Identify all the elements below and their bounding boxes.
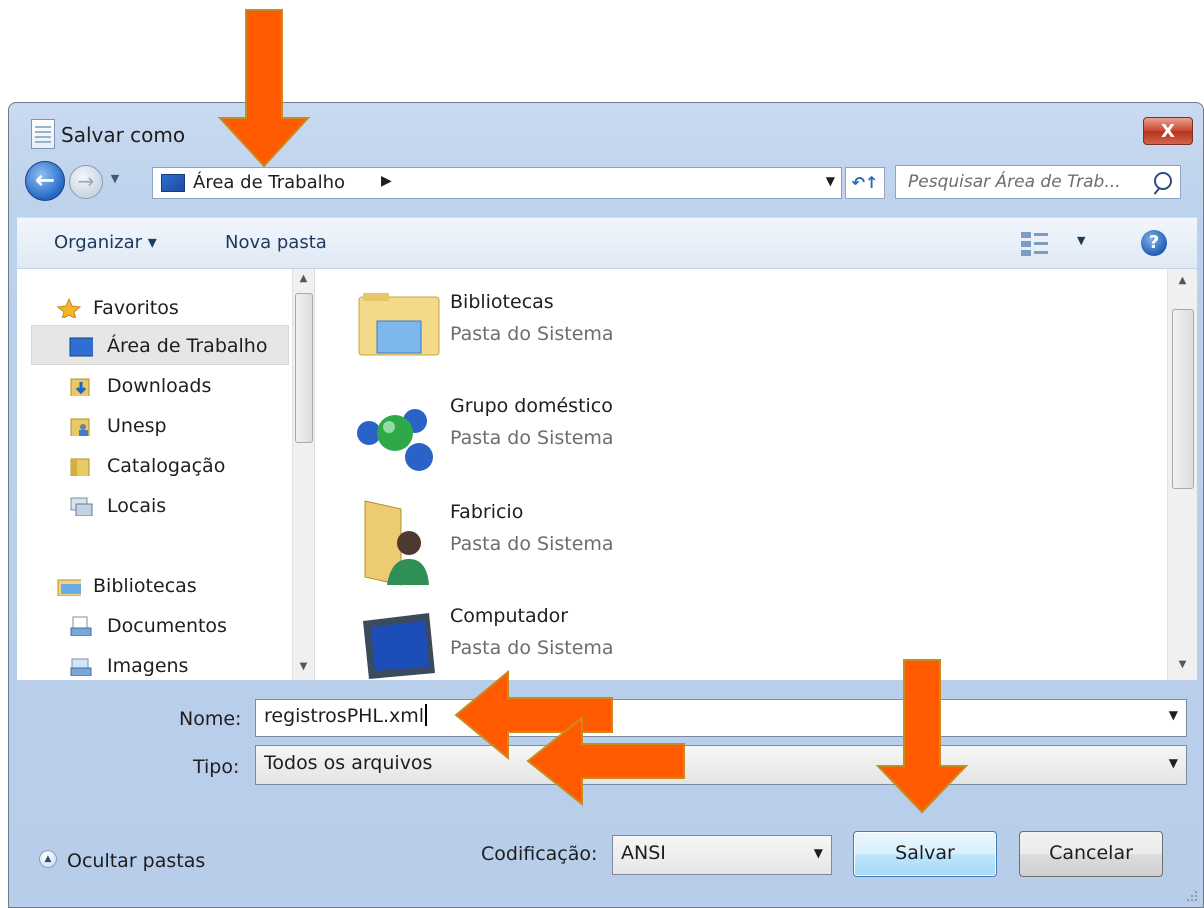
arrow-down-address-icon — [217, 9, 311, 168]
arrow-down-save-icon — [875, 659, 969, 814]
annotation-arrows — [217, 9, 969, 814]
